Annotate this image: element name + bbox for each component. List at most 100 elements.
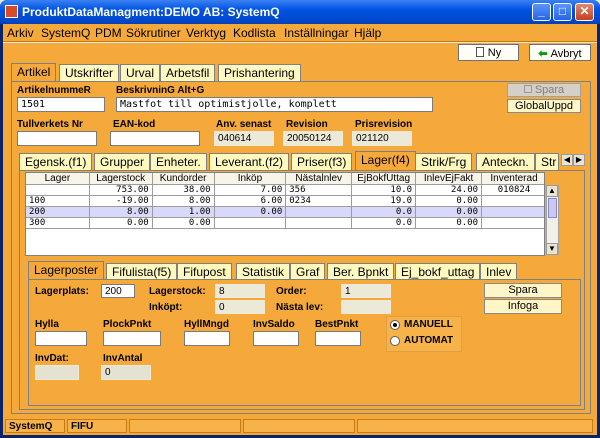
tab-lagerposter[interactable]: Lagerposter bbox=[28, 261, 105, 280]
table-row-selected[interactable]: 200 8.00 1.00 0.00 0.0 0.00 bbox=[26, 206, 544, 218]
client-area: Arkiv SystemQ PDM Sökrutiner Verktyg Kod… bbox=[3, 24, 597, 435]
lager-save-button[interactable]: Spara bbox=[484, 283, 562, 298]
price-revision-label: Prisrevision bbox=[355, 119, 413, 130]
cell: 200 bbox=[26, 206, 90, 218]
tab-fifupost[interactable]: Fifupost bbox=[177, 263, 232, 280]
cell: 0234 bbox=[285, 195, 353, 207]
close-button[interactable]: ✕ bbox=[575, 3, 594, 21]
scroll-down-icon[interactable]: ▼ bbox=[546, 243, 558, 255]
tab-prishantering[interactable]: Prishantering bbox=[218, 64, 301, 81]
status-cell-5 bbox=[357, 419, 593, 433]
tab-ej-bokf-uttag[interactable]: Ej_bokf_uttag bbox=[395, 263, 481, 280]
tab-inlev[interactable]: Inlev bbox=[480, 263, 518, 280]
col-nastainlev[interactable]: Nästalnlev bbox=[285, 173, 353, 185]
window-title: ProduktDataManagment:DEMO AB: SystemQ bbox=[22, 5, 280, 19]
ean-field[interactable] bbox=[110, 131, 200, 146]
menu-installningar[interactable]: Inställningar bbox=[284, 26, 349, 40]
col-lager[interactable]: Lager bbox=[26, 173, 90, 185]
col-kundorder[interactable]: Kundorder bbox=[151, 173, 215, 185]
global-update-button[interactable]: GlobalUppd bbox=[507, 99, 581, 113]
tab-priser[interactable]: Priser(f3) bbox=[291, 153, 353, 170]
tab-strik-frg[interactable]: Strik/Frg bbox=[415, 153, 473, 170]
last-used-value: 040614 bbox=[214, 131, 274, 146]
col-inlevejfakt[interactable]: InlevEjFakt bbox=[415, 173, 483, 185]
tab-scroll-right-icon[interactable]: ▶ bbox=[573, 154, 585, 166]
stock-table-header: Lager Lagerstock Kundorder Inköp Nästaln… bbox=[26, 173, 544, 185]
menu-kodlista[interactable]: Kodlista bbox=[233, 26, 276, 40]
hylla-field[interactable] bbox=[35, 331, 87, 346]
article-save-button[interactable]: Spara bbox=[507, 83, 581, 97]
cell: 8.00 bbox=[88, 206, 153, 218]
cell bbox=[481, 206, 544, 218]
app-icon bbox=[5, 5, 18, 18]
col-inkop[interactable]: Inköp bbox=[213, 173, 287, 185]
menu-arkiv[interactable]: Arkiv bbox=[7, 26, 34, 40]
minimize-button[interactable]: _ bbox=[532, 3, 551, 21]
lagerplats-field[interactable]: 200 bbox=[101, 284, 135, 298]
tab-grupper[interactable]: Grupper bbox=[94, 153, 151, 170]
tab-anteckningar[interactable]: Anteckn. bbox=[476, 153, 535, 170]
tab-lager[interactable]: Lager(f4) bbox=[355, 151, 416, 170]
menu-sokrutiner[interactable]: Sökrutiner bbox=[126, 26, 181, 40]
tab-urval[interactable]: Urval bbox=[120, 64, 161, 81]
description-field[interactable]: Mastfot till optimistjolle, komplett bbox=[116, 97, 433, 112]
table-row[interactable]: 753.00 38.00 7.00 356 10.0 24.00 010824 bbox=[26, 184, 544, 196]
tab-utskrifter[interactable]: Utskrifter bbox=[59, 64, 119, 81]
cell: 010824 bbox=[481, 184, 544, 196]
hylla-label: Hylla bbox=[35, 319, 59, 330]
invdat-label: InvDat: bbox=[35, 353, 69, 364]
tab-leverantorer[interactable]: Leverant.(f2) bbox=[209, 153, 290, 170]
col-ejbokfuttag[interactable]: EjBokfUttag bbox=[351, 173, 417, 185]
cancel-button[interactable]: ⬅ Avbryt bbox=[529, 44, 591, 61]
col-inventerad[interactable]: Inventerad bbox=[481, 173, 544, 185]
cell: 8.00 bbox=[151, 195, 215, 207]
radio-automat[interactable] bbox=[390, 336, 400, 346]
tab-arbetsfil[interactable]: Arbetsfil bbox=[160, 64, 216, 81]
new-button[interactable]: Ny bbox=[458, 44, 519, 61]
cell bbox=[481, 195, 544, 207]
table-vertical-scrollbar[interactable]: ▲ ▼ bbox=[546, 185, 559, 255]
menu-verktyg[interactable]: Verktyg bbox=[186, 26, 226, 40]
cell bbox=[26, 184, 90, 196]
menu-pdm[interactable]: PDM bbox=[95, 26, 122, 40]
bestpnkt-label: BestPnkt bbox=[315, 319, 359, 330]
order-label: Order: bbox=[276, 286, 307, 297]
plockpnkt-field[interactable] bbox=[103, 331, 161, 346]
article-number-field[interactable]: 1501 bbox=[17, 97, 105, 112]
tab-egenskaper[interactable]: Egensk.(f1) bbox=[19, 153, 93, 170]
cell: 0.0 bbox=[351, 206, 417, 218]
table-row[interactable]: 300 0.00 0.00 0.0 0.00 bbox=[26, 217, 544, 229]
tab-scroll-left-icon[interactable]: ◀ bbox=[561, 154, 573, 166]
status-cell-4 bbox=[243, 419, 355, 433]
tullverkets-field[interactable] bbox=[17, 131, 97, 146]
cell bbox=[285, 206, 353, 218]
menu-bar: Arkiv SystemQ PDM Sökrutiner Verktyg Kod… bbox=[3, 24, 597, 42]
title-bar[interactable]: ProduktDataManagment:DEMO AB: SystemQ _ … bbox=[0, 0, 600, 24]
menu-hjalp[interactable]: Hjälp bbox=[354, 26, 381, 40]
tab-statistik[interactable]: Statistik bbox=[236, 263, 291, 280]
hyllmngd-label: HyllMngd bbox=[184, 319, 229, 330]
tab-ber-bpnkt[interactable]: Ber. Bpnkt bbox=[327, 263, 395, 280]
radio-manuell[interactable] bbox=[390, 320, 400, 330]
cell: 1.00 bbox=[151, 206, 215, 218]
cell bbox=[213, 217, 287, 229]
tab-enheter[interactable]: Enheter. bbox=[150, 153, 207, 170]
insert-button[interactable]: Infoga bbox=[484, 299, 562, 314]
tab-graf[interactable]: Graf bbox=[290, 263, 326, 280]
menu-systemq[interactable]: SystemQ bbox=[41, 26, 90, 40]
scroll-up-icon[interactable]: ▲ bbox=[546, 185, 558, 197]
col-lagerstock[interactable]: Lagerstock bbox=[88, 173, 153, 185]
bestpnkt-field[interactable] bbox=[315, 331, 361, 346]
cell: 0.00 bbox=[415, 206, 483, 218]
invsaldo-field[interactable] bbox=[253, 331, 299, 346]
table-row[interactable]: 100 -19.00 8.00 6.00 0234 19.0 0.00 bbox=[26, 195, 544, 207]
cell: 0.0 bbox=[351, 217, 417, 229]
tab-str[interactable]: Str bbox=[535, 153, 559, 170]
hyllmngd-field[interactable] bbox=[184, 331, 230, 346]
tab-artikel[interactable]: Artikel bbox=[11, 63, 57, 82]
tab-fifulista[interactable]: Fifulista(f5) bbox=[106, 263, 178, 280]
scroll-thumb[interactable] bbox=[548, 198, 557, 218]
cell: 0.00 bbox=[415, 217, 483, 229]
lagerstock-label: Lagerstock: bbox=[149, 286, 206, 297]
maximize-button[interactable]: □ bbox=[553, 3, 572, 21]
